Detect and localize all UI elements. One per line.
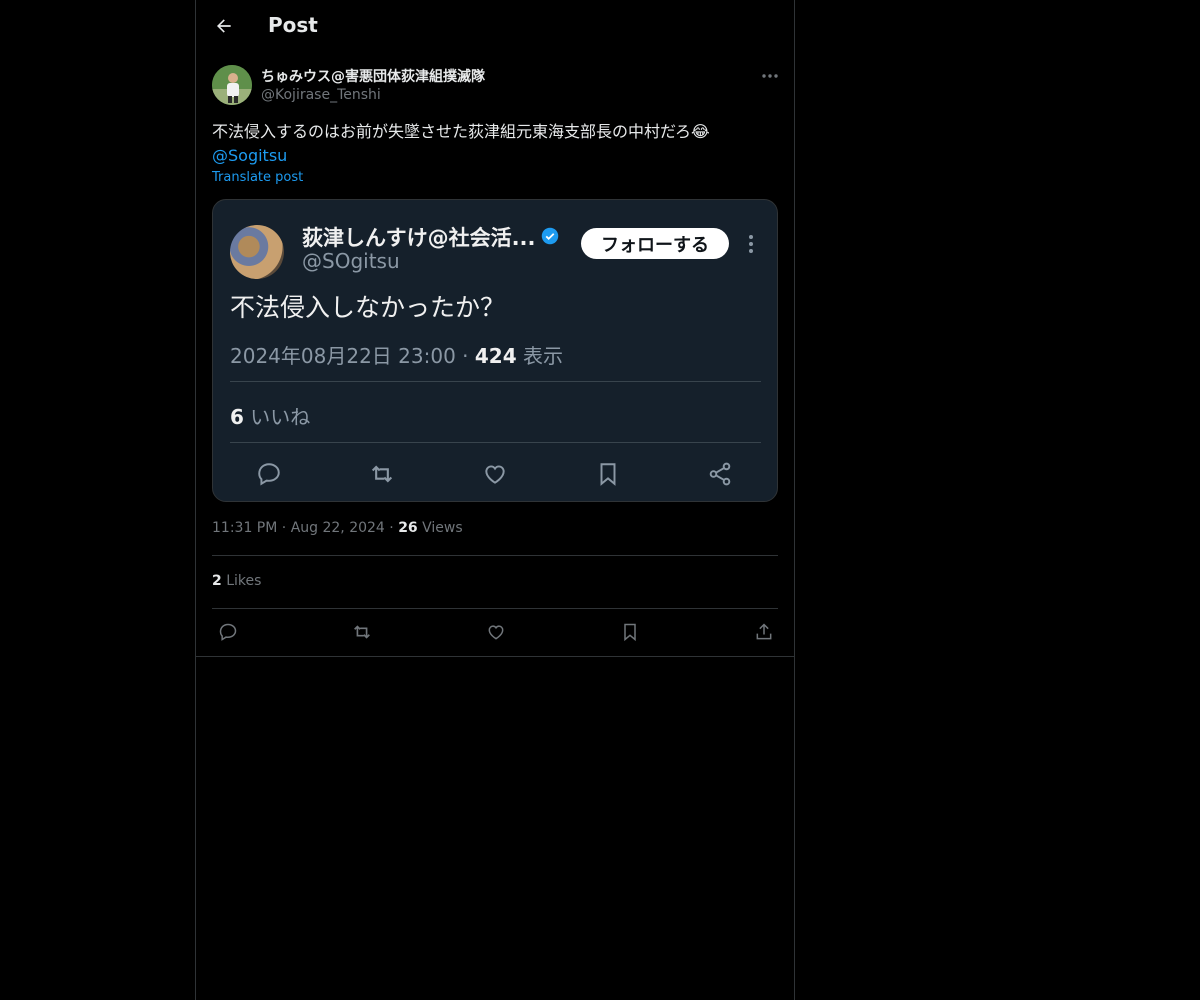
likes-label: Likes <box>226 573 262 589</box>
author-handle[interactable]: @Kojirase_Tenshi <box>261 87 381 103</box>
embedded-reply-icon <box>254 459 284 489</box>
post-time[interactable]: 11:31 PM <box>212 520 277 536</box>
embedded-more-icon <box>749 235 753 253</box>
more-button[interactable] <box>760 69 780 83</box>
post-meta: 11:31 PM · Aug 22, 2024 · 26 Views <box>212 520 463 536</box>
embedded-actions <box>213 459 777 489</box>
post-body: 不法侵入するのはお前が失墜させた荻津組元東海支部長の中村だろ😂 <box>212 122 710 141</box>
verified-badge-icon <box>541 227 559 245</box>
like-button[interactable] <box>484 620 508 644</box>
divider <box>196 656 794 657</box>
embedded-likes-label: いいね <box>250 405 311 429</box>
likes-summary[interactable]: 2 Likes <box>212 573 261 589</box>
author-name[interactable]: ちゅみウス@害悪団体荻津組撲滅隊 <box>261 66 485 86</box>
embedded-timestamp: 2024年08月22日 23:00 · <box>230 344 475 368</box>
embedded-share-icon <box>705 459 735 489</box>
main-column: Post ちゅみウス@害悪団体荻津組撲滅隊 @Kojirase_Tenshi 不… <box>195 0 795 1000</box>
embedded-likes-count: 6 <box>230 405 244 429</box>
translate-link[interactable]: Translate post <box>212 170 303 185</box>
reply-icon <box>219 623 237 641</box>
embedded-repost-icon <box>367 459 397 489</box>
post-date[interactable]: Aug 22, 2024 <box>291 520 385 536</box>
embedded-name: 荻津しんすけ@社会活... <box>302 226 536 250</box>
bookmark-button[interactable] <box>618 620 642 644</box>
divider <box>212 608 778 609</box>
more-icon <box>762 74 778 78</box>
share-icon <box>756 623 772 640</box>
embedded-views-count: 424 <box>474 344 517 368</box>
back-arrow-icon <box>217 19 231 33</box>
views-count: 26 <box>398 520 418 536</box>
heart-icon <box>488 625 504 640</box>
embedded-image[interactable]: 荻津しんすけ@社会活... @SOgitsu フォローする 不法侵入しなかったか… <box>212 199 778 502</box>
embedded-text: 不法侵入しなかったか？ <box>230 293 506 322</box>
avatar[interactable] <box>212 65 252 105</box>
avatar-image <box>212 65 252 105</box>
embedded-divider <box>230 381 761 382</box>
post-text: 不法侵入するのはお前が失墜させた荻津組元東海支部長の中村だろ😂 @Sogitsu <box>212 120 778 168</box>
embedded-divider <box>230 442 761 443</box>
embedded-avatar <box>230 225 284 279</box>
embedded-views-label: 表示 <box>522 344 563 368</box>
header: Post <box>196 0 794 54</box>
reply-button[interactable] <box>216 620 240 644</box>
embedded-like-icon <box>480 459 510 489</box>
views-label: Views <box>422 520 463 536</box>
embedded-bookmark-icon <box>593 459 623 489</box>
post-actions <box>196 620 794 644</box>
embedded-follow-button: フォローする <box>581 228 729 259</box>
page-title: Post <box>268 13 318 37</box>
embedded-meta: 2024年08月22日 23:00 · 424 表示 <box>230 340 563 369</box>
repost-icon <box>354 625 370 639</box>
share-button[interactable] <box>752 620 776 644</box>
mention-link[interactable]: @Sogitsu <box>212 146 287 165</box>
divider <box>212 555 778 556</box>
embedded-likes: 6 いいね <box>230 401 310 430</box>
embedded-handle: @SOgitsu <box>302 249 400 273</box>
likes-count: 2 <box>212 573 222 589</box>
post-author: ちゅみウス@害悪団体荻津組撲滅隊 @Kojirase_Tenshi <box>196 63 794 117</box>
repost-button[interactable] <box>350 620 374 644</box>
bookmark-icon <box>624 623 636 642</box>
back-button[interactable] <box>210 12 238 40</box>
